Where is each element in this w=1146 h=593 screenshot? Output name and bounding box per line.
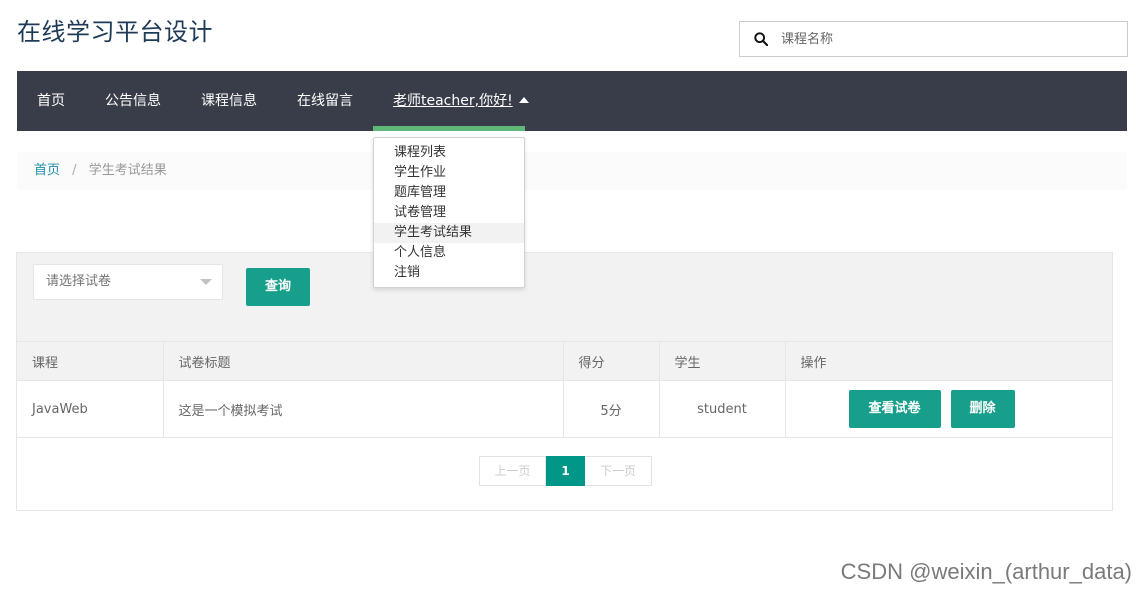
cell-exam-title: 这是一个模拟考试: [162, 380, 564, 438]
breadcrumb: 首页 / 学生考试结果: [17, 152, 1127, 190]
user-dropdown-menu: 课程列表 学生作业 题库管理 试卷管理 学生考试结果 个人信息 注销: [373, 137, 525, 288]
header-course: 课程: [17, 341, 164, 381]
nav-item-announcements[interactable]: 公告信息: [105, 71, 161, 131]
pagination-page-1[interactable]: 1: [546, 456, 585, 486]
cell-student: student: [658, 380, 786, 438]
delete-button[interactable]: 删除: [950, 390, 1015, 428]
header-actions: 操作: [784, 341, 1112, 381]
header-student: 学生: [658, 341, 786, 381]
nav-item-courses[interactable]: 课程信息: [201, 71, 257, 131]
watermark: CSDN @weixin_(arthur_data): [840, 559, 1132, 584]
pagination-next[interactable]: 下一页: [585, 456, 652, 486]
nav-item-home[interactable]: 首页: [37, 71, 65, 131]
caret-up-icon: [518, 96, 529, 103]
dropdown-item-exam-papers[interactable]: 试卷管理: [374, 203, 524, 223]
search-box[interactable]: [739, 21, 1128, 57]
table-row: JavaWeb 这是一个模拟考试 5分 student 查看试卷 删除: [17, 380, 1112, 438]
cell-course: JavaWeb: [17, 380, 164, 438]
dropdown-item-logout[interactable]: 注销: [374, 263, 524, 283]
exam-paper-select-placeholder: 请选择试卷: [46, 274, 112, 289]
dropdown-item-exam-results[interactable]: 学生考试结果: [374, 223, 524, 243]
dropdown-item-profile[interactable]: 个人信息: [374, 243, 524, 263]
nav-item-messages[interactable]: 在线留言: [297, 71, 353, 131]
user-greeting: 老师teacher,你好!: [393, 93, 513, 109]
site-title: 在线学习平台设计: [17, 18, 213, 46]
results-panel: 请选择试卷 查询 课程 试卷标题 得分 学生 操作 JavaWeb 这是一个模拟…: [16, 252, 1113, 511]
cell-actions: 查看试卷 删除: [784, 380, 1112, 438]
view-exam-button[interactable]: 查看试卷: [848, 390, 941, 428]
exam-paper-select[interactable]: 请选择试卷: [33, 264, 223, 300]
page: 在线学习平台设计 首页 公告信息 课程信息 在线留言 老师teacher,你好!…: [0, 0, 1146, 593]
chevron-down-icon: [200, 279, 212, 285]
pagination: 上一页 1 下一页: [479, 456, 652, 486]
cell-score: 5分: [562, 380, 660, 438]
dropdown-item-course-list[interactable]: 课程列表: [374, 143, 524, 163]
pagination-prev[interactable]: 上一页: [479, 456, 546, 486]
breadcrumb-home[interactable]: 首页: [34, 163, 60, 178]
dropdown-item-student-homework[interactable]: 学生作业: [374, 163, 524, 183]
breadcrumb-current: 学生考试结果: [88, 163, 167, 178]
dropdown-item-question-bank[interactable]: 题库管理: [374, 183, 524, 203]
search-icon: [754, 32, 768, 46]
main-navbar: 首页 公告信息 课程信息 在线留言 老师teacher,你好!: [17, 71, 1127, 131]
results-table: 课程 试卷标题 得分 学生 操作 JavaWeb 这是一个模拟考试 5分 stu…: [17, 341, 1112, 438]
nav-active-indicator: [373, 126, 525, 131]
header-exam-title: 试卷标题: [162, 341, 564, 381]
query-button[interactable]: 查询: [246, 268, 310, 306]
breadcrumb-separator: /: [72, 163, 77, 178]
header-score: 得分: [562, 341, 660, 381]
nav-item-user-menu[interactable]: 老师teacher,你好!: [393, 71, 529, 131]
search-input[interactable]: [781, 31, 1081, 47]
filter-area: 请选择试卷 查询: [17, 253, 1112, 341]
table-header-row: 课程 试卷标题 得分 学生 操作: [17, 341, 1112, 381]
